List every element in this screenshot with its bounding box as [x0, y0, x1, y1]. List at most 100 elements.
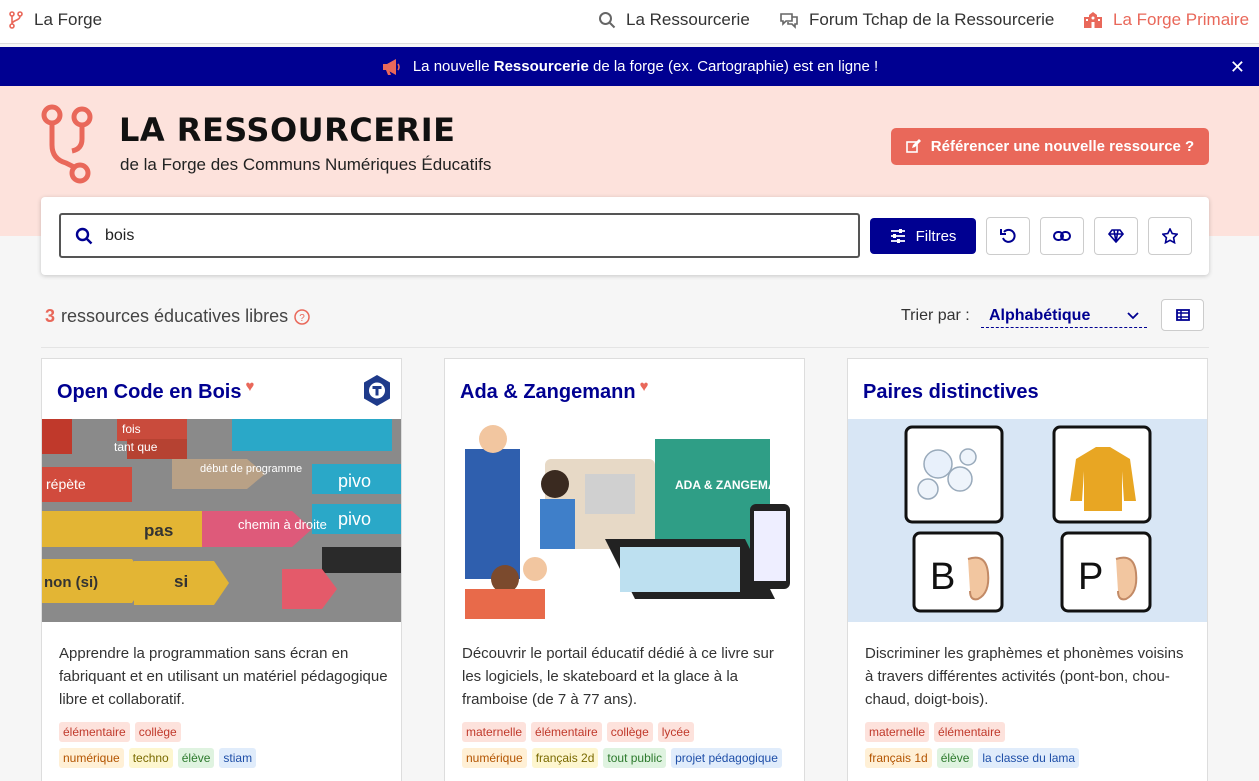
- image-text: pivo: [338, 509, 371, 529]
- card-title[interactable]: Open Code en Bois ♥: [57, 378, 255, 404]
- filters-label: Filtres: [915, 227, 957, 245]
- sliders-icon: [890, 229, 905, 243]
- card-description: Discriminer les graphèmes et phonèmes vo…: [865, 645, 1184, 708]
- nav-link-ressourcerie[interactable]: La Ressourcerie: [598, 10, 750, 30]
- tag[interactable]: la classe du lama: [978, 748, 1080, 768]
- brand-label: La Forge: [34, 10, 103, 29]
- tag[interactable]: français 2d: [531, 748, 599, 768]
- tag[interactable]: maternelle: [462, 722, 527, 742]
- tag[interactable]: collège: [606, 722, 653, 742]
- branch-icon: [9, 11, 23, 29]
- announcement-banner: La nouvelle Ressourcerie de la forge (ex…: [0, 47, 1259, 86]
- wooden-code-blocks-image: fois tant que répète début de programme …: [42, 419, 401, 622]
- chevron-down-icon: [1127, 311, 1139, 319]
- image-text: fois: [122, 422, 141, 436]
- ressourcerie-logo-icon: [41, 104, 93, 184]
- image-text: non (si): [44, 574, 98, 591]
- gem-button[interactable]: [1094, 217, 1138, 255]
- sort-value: Alphabétique: [989, 306, 1091, 324]
- card-title-text: Paires distinctives: [863, 381, 1039, 403]
- school-icon: [1084, 12, 1102, 28]
- tag[interactable]: français 1d: [865, 748, 932, 768]
- image-text: chemin à droite: [238, 517, 327, 532]
- image-text: début de programme: [200, 463, 302, 475]
- sort-label: Trier par :: [901, 307, 970, 324]
- tag-list: numérique techno élève stiam: [59, 748, 399, 768]
- tag-list: numérique français 2d tout public projet…: [462, 748, 802, 768]
- search-panel: Filtres: [41, 197, 1209, 275]
- reset-button[interactable]: [986, 217, 1030, 255]
- card-description: Apprendre la programmation sans écran en…: [59, 645, 388, 708]
- tag[interactable]: collège: [134, 722, 181, 742]
- divider: [41, 347, 1209, 348]
- tag[interactable]: projet pédagogique: [671, 748, 782, 768]
- search-icon: [75, 227, 93, 244]
- add-resource-button[interactable]: Référencer une nouvelle ressource ?: [891, 128, 1209, 165]
- copy-link-button[interactable]: [1040, 217, 1084, 255]
- resource-card[interactable]: Open Code en Bois ♥ fois tant que répète…: [41, 358, 402, 781]
- nav-link-label: La Ressourcerie: [626, 10, 750, 29]
- card-title[interactable]: Ada & Zangemann ♥: [460, 378, 648, 404]
- nav-link-forum[interactable]: Forum Tchap de la Ressourcerie: [779, 10, 1054, 30]
- table-view-button[interactable]: [1161, 299, 1204, 331]
- tag[interactable]: lycée: [657, 722, 694, 742]
- tchap-badge-icon: [364, 375, 390, 406]
- banner-text: La nouvelle Ressourcerie de la forge (ex…: [412, 58, 879, 75]
- tag[interactable]: maternelle: [865, 722, 930, 742]
- image-text: ADA & ZANGEMANN: [675, 478, 794, 492]
- forge-brand-link[interactable]: La Forge: [8, 10, 102, 30]
- reset-icon: [1000, 228, 1016, 243]
- add-resource-label: Référencer une nouvelle ressource ?: [930, 138, 1195, 155]
- tag[interactable]: techno: [128, 748, 173, 768]
- tag[interactable]: numérique: [59, 748, 124, 768]
- tag[interactable]: élève: [936, 748, 974, 768]
- nav-link-label: La Forge Primaire: [1113, 10, 1250, 29]
- image-text: pivo: [338, 471, 371, 491]
- megaphone-icon: [382, 58, 400, 75]
- tag[interactable]: élémentaire: [531, 722, 602, 742]
- card-description: Découvrir le portail éducatif dédié à ce…: [462, 645, 774, 708]
- link-icon: [1053, 231, 1071, 241]
- nav-link-forge-primaire[interactable]: La Forge Primaire: [1083, 10, 1249, 30]
- tag[interactable]: élève: [177, 748, 215, 768]
- help-icon[interactable]: ?: [294, 308, 310, 325]
- paires-distinctives-image: B P: [848, 419, 1207, 622]
- tag-list: français 1d élève la classe du lama: [865, 748, 1205, 768]
- svg-text:?: ?: [299, 313, 305, 324]
- ada-zangemann-illustration-image: ADA & ZANGEMANN: [445, 419, 804, 622]
- resource-card[interactable]: Ada & Zangemann ♥ ADA & ZANGEMANN Découv…: [444, 358, 805, 781]
- nav-link-label: Forum Tchap de la Ressourcerie: [809, 10, 1055, 29]
- heart-icon: ♥: [245, 378, 255, 395]
- search-input[interactable]: [105, 226, 805, 245]
- tag[interactable]: stiam: [219, 748, 257, 768]
- card-title[interactable]: Paires distinctives: [863, 381, 1039, 404]
- resource-card[interactable]: Paires distinctives B P Discriminer les …: [847, 358, 1208, 781]
- chat-icon: [780, 13, 798, 29]
- search-icon: [599, 12, 616, 29]
- card-image: B P: [848, 419, 1207, 622]
- tag[interactable]: tout public: [603, 748, 667, 768]
- tag[interactable]: élémentaire: [59, 722, 130, 742]
- sort-select[interactable]: Alphabétique: [981, 304, 1147, 328]
- page-title: LA RESSOURCERIE: [119, 111, 456, 149]
- tag[interactable]: numérique: [462, 748, 527, 768]
- image-text: pas: [144, 521, 173, 540]
- tag-list: élémentaire collège: [59, 722, 399, 742]
- top-navigation: La Forge La Ressourcerie Forum Tchap de …: [0, 0, 1259, 44]
- card-image: fois tant que répète début de programme …: [42, 419, 401, 622]
- image-text: répète: [46, 476, 86, 492]
- image-text: si: [174, 572, 188, 591]
- edit-icon: [905, 139, 921, 153]
- tag-list: maternelle élémentaire collège lycée: [462, 722, 802, 742]
- filters-button[interactable]: Filtres: [870, 218, 976, 254]
- table-icon: [1175, 309, 1190, 321]
- tag[interactable]: élémentaire: [934, 722, 1005, 742]
- card-image: ADA & ZANGEMANN: [445, 419, 804, 622]
- card-title-text: Open Code en Bois: [57, 381, 242, 403]
- search-field[interactable]: [59, 213, 860, 258]
- tag-list: maternelle élémentaire: [865, 722, 1205, 742]
- results-number: 3: [45, 306, 56, 326]
- page-subtitle: de la Forge des Communs Numériques Éduca…: [120, 155, 492, 174]
- close-icon[interactable]: ✕: [1230, 57, 1245, 78]
- favorites-button[interactable]: [1148, 217, 1192, 255]
